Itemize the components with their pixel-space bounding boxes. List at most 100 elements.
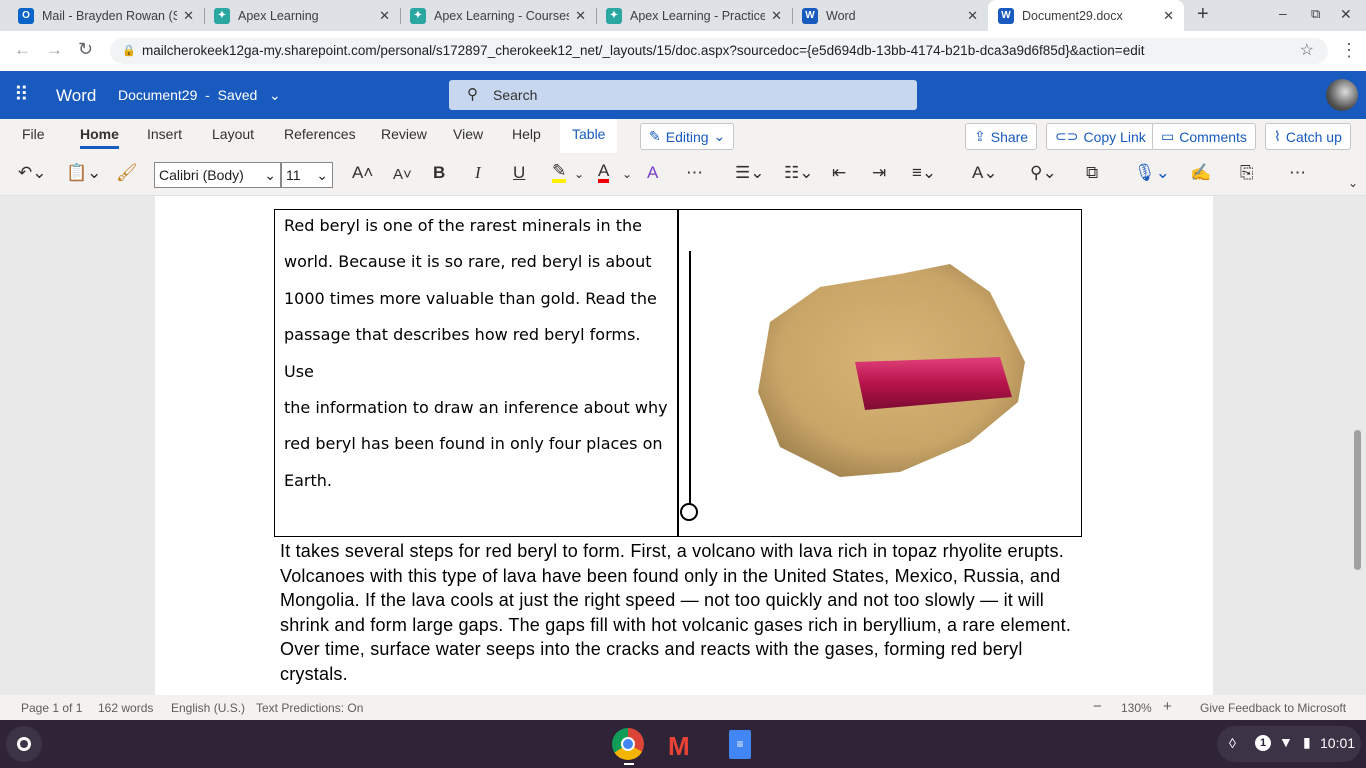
- os-shelf: M ≡ ◊ 1 ▼ ▮ 10:01: [0, 720, 1366, 768]
- app-launcher-icon[interactable]: ⠿: [14, 82, 29, 107]
- reload-button[interactable]: ↻: [78, 39, 93, 60]
- body-paragraph[interactable]: It takes several steps for red beryl to …: [280, 539, 1090, 687]
- highlight-icon[interactable]: ✎: [552, 162, 567, 183]
- italic-icon[interactable]: I: [475, 163, 481, 183]
- search-input[interactable]: ⚲ Search: [449, 80, 917, 110]
- close-tab-icon[interactable]: ✕: [183, 8, 194, 24]
- format-painter-icon[interactable]: 🖌: [116, 163, 138, 183]
- editing-mode-button[interactable]: ✎ Editing ⌄: [640, 123, 735, 150]
- increase-indent-icon[interactable]: ⇥: [872, 163, 886, 183]
- share-button[interactable]: ⇪ Share: [965, 123, 1038, 150]
- tab-file[interactable]: File: [22, 126, 45, 142]
- grow-font-icon[interactable]: A˄: [352, 163, 373, 183]
- tab-insert[interactable]: Insert: [147, 126, 182, 142]
- chevron-down-icon[interactable]: ⌄: [574, 167, 584, 181]
- table-cell-text[interactable]: Red beryl is one of the rarest minerals …: [284, 208, 669, 499]
- link-icon: ⊂⊃: [1055, 128, 1079, 144]
- bullets-icon[interactable]: ☰⌄: [735, 163, 764, 183]
- close-tab-icon[interactable]: ✕: [575, 8, 586, 24]
- decrease-indent-icon[interactable]: ⇤: [832, 163, 846, 183]
- catch-up-button[interactable]: ⌇ Catch up: [1265, 123, 1351, 150]
- avatar[interactable]: [1326, 79, 1358, 111]
- tab-word[interactable]: W Word ✕: [792, 0, 988, 31]
- new-tab-button[interactable]: +: [1197, 3, 1209, 26]
- clear-formatting-icon[interactable]: A: [647, 163, 658, 183]
- chrome-icon[interactable]: [612, 728, 644, 760]
- shrink-font-icon[interactable]: A˅: [393, 166, 412, 183]
- document-title[interactable]: Document29 - Saved ⌄: [118, 87, 281, 104]
- underline-icon[interactable]: U: [513, 163, 525, 183]
- tab-document29[interactable]: W Document29.docx ✕: [988, 0, 1184, 31]
- word-icon: W: [802, 7, 818, 24]
- rotation-handle[interactable]: [680, 503, 698, 521]
- feedback-link[interactable]: Give Feedback to Microsoft: [1200, 701, 1346, 715]
- tab-references[interactable]: References: [284, 126, 356, 142]
- zoom-in-button[interactable]: +: [1163, 698, 1172, 715]
- table-column-divider[interactable]: [677, 209, 679, 537]
- more-options-icon[interactable]: ⋯: [1289, 163, 1306, 183]
- close-tab-icon[interactable]: ✕: [379, 8, 390, 24]
- paste-icon[interactable]: 📋⌄: [66, 163, 101, 183]
- vertical-scrollbar[interactable]: [1354, 430, 1361, 570]
- styles-icon[interactable]: A⌄: [972, 163, 998, 183]
- status-bar: Page 1 of 1 162 words English (U.S.) Tex…: [0, 695, 1366, 720]
- apex-icon: ✦: [410, 7, 426, 24]
- tab-home[interactable]: Home: [80, 126, 119, 149]
- tab-table[interactable]: Table: [560, 119, 618, 153]
- align-icon[interactable]: ≡⌄: [912, 163, 936, 183]
- launcher-button[interactable]: [6, 726, 42, 762]
- text-predictions[interactable]: Text Predictions: On: [256, 701, 363, 715]
- dictate-icon[interactable]: 🎙⌄: [1134, 163, 1170, 183]
- app-name[interactable]: Word: [56, 86, 96, 106]
- font-size-select[interactable]: 11 ⌄: [281, 162, 333, 188]
- undo-icon[interactable]: ↶⌄: [18, 163, 47, 183]
- image-selection-line: [689, 251, 691, 507]
- apex-icon: ✦: [606, 7, 622, 24]
- language[interactable]: English (U.S.): [171, 701, 245, 715]
- zoom-out-button[interactable]: −: [1093, 698, 1102, 715]
- chevron-down-icon[interactable]: ⌄: [622, 167, 632, 181]
- numbering-icon[interactable]: ☷⌄: [784, 163, 813, 183]
- tab-mail[interactable]: O Mail - Brayden Rowan (S ✕: [8, 0, 204, 31]
- font-family-select[interactable]: Calibri (Body) ⌄: [154, 162, 281, 188]
- close-tab-icon[interactable]: ✕: [967, 8, 978, 24]
- tab-apex-practice[interactable]: ✦ Apex Learning - Practice ✕: [596, 0, 792, 31]
- more-icon[interactable]: ⋯: [686, 163, 703, 183]
- restore-button[interactable]: ⧉: [1311, 6, 1320, 22]
- tab-apex[interactable]: ✦ Apex Learning ✕: [204, 0, 400, 31]
- search-icon: ⚲: [467, 86, 478, 103]
- minimize-button[interactable]: ‒: [1279, 5, 1287, 21]
- back-button[interactable]: ←: [14, 40, 31, 60]
- designer-icon[interactable]: ✍: [1190, 163, 1211, 183]
- url-input[interactable]: 🔒 mailcherokeek12ga-my.sharepoint.com/per…: [110, 38, 1328, 64]
- expand-ribbon-icon[interactable]: ⌄: [1348, 176, 1358, 190]
- editor-icon[interactable]: ⧉: [1086, 163, 1098, 183]
- gmail-icon[interactable]: M: [668, 733, 690, 759]
- bookmark-star-icon[interactable]: ☆: [1300, 38, 1314, 64]
- word-icon: W: [998, 7, 1014, 24]
- find-icon[interactable]: ⚲⌄: [1030, 163, 1057, 183]
- close-tab-icon[interactable]: ✕: [1163, 8, 1174, 24]
- tab-apex-courses[interactable]: ✦ Apex Learning - Courses ✕: [400, 0, 596, 31]
- tab-review[interactable]: Review: [381, 126, 427, 142]
- tab-layout[interactable]: Layout: [212, 126, 254, 142]
- browser-menu-icon[interactable]: ⋮: [1340, 40, 1358, 61]
- close-window-button[interactable]: ✕: [1340, 6, 1352, 23]
- word-count[interactable]: 162 words: [98, 701, 153, 715]
- clock: 10:01: [1320, 735, 1356, 751]
- docs-icon[interactable]: ≡: [729, 730, 751, 759]
- red-beryl-image[interactable]: [750, 262, 1030, 484]
- pulse-icon: ⌇: [1274, 128, 1281, 144]
- status-tray[interactable]: ◊ 1 ▼ ▮ 10:01: [1217, 726, 1361, 762]
- browser-tab-strip: O Mail - Brayden Rowan (S ✕ ✦ Apex Learning…: [0, 0, 1366, 31]
- forward-button[interactable]: →: [46, 40, 63, 60]
- tab-view[interactable]: View: [453, 126, 483, 142]
- copy-link-button[interactable]: ⊂⊃ Copy Link: [1046, 123, 1155, 150]
- zoom-level[interactable]: 130%: [1121, 701, 1152, 715]
- font-color-icon[interactable]: A: [598, 162, 610, 183]
- comments-button[interactable]: ▭ Comments: [1152, 123, 1256, 150]
- tab-help[interactable]: Help: [512, 126, 541, 142]
- close-tab-icon[interactable]: ✕: [771, 8, 782, 24]
- sensitivity-icon[interactable]: ⎘: [1240, 163, 1254, 183]
- bold-icon[interactable]: B: [433, 163, 445, 183]
